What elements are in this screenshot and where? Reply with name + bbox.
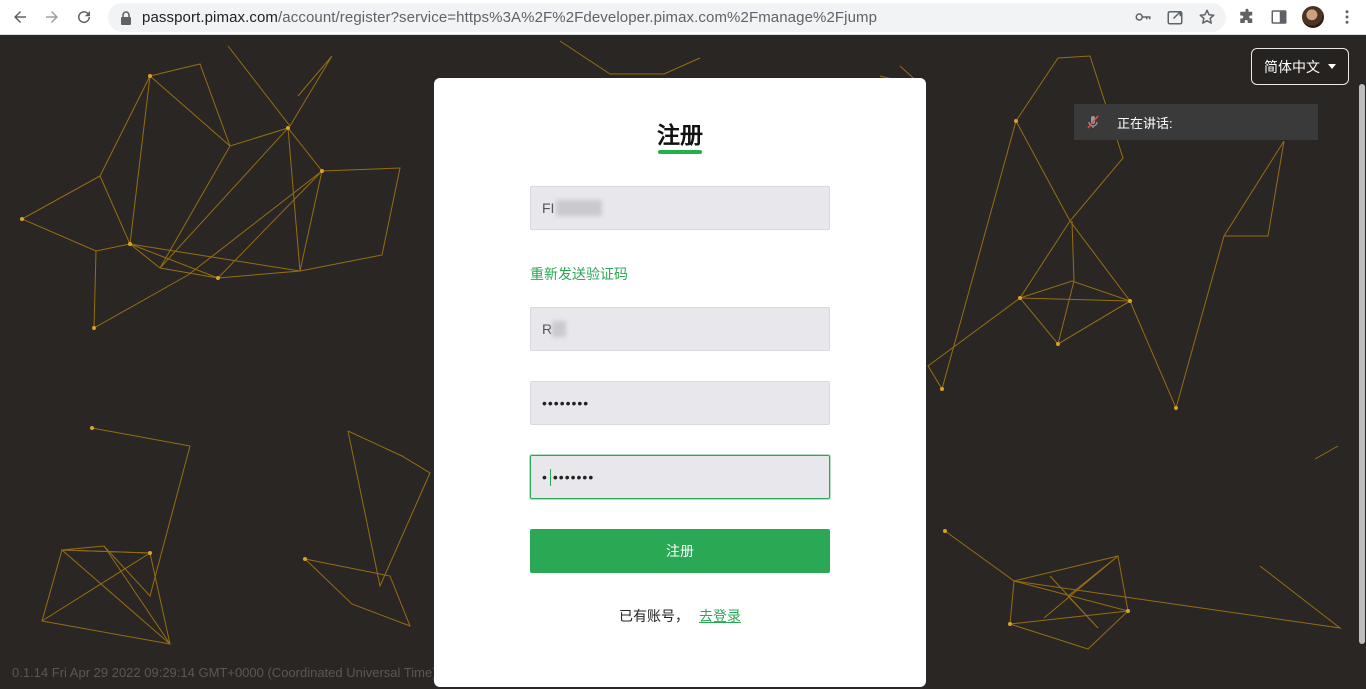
code-value: R <box>542 321 553 337</box>
scrollbar-track[interactable] <box>1358 36 1366 689</box>
password-field[interactable]: •••••••• <box>530 381 830 425</box>
key-icon[interactable] <box>1134 8 1152 26</box>
share-icon[interactable] <box>1166 8 1184 26</box>
resend-code-link[interactable]: 重新发送验证码 <box>530 264 628 284</box>
title-underline <box>658 150 702 154</box>
mic-off-icon[interactable] <box>1085 114 1101 130</box>
register-button[interactable]: 注册 <box>530 529 830 573</box>
url-text[interactable]: passport.pimax.com/account/register?serv… <box>142 9 877 26</box>
login-prompt: 已有账号， 去登录 <box>434 606 926 626</box>
email-value: FI <box>542 200 555 216</box>
text-cursor <box>549 468 551 486</box>
has-account-text: 已有账号， <box>619 608 689 624</box>
confirm-mask-before: • <box>542 469 548 485</box>
language-label: 简体中文 <box>1264 58 1320 75</box>
caret-down-icon <box>1328 64 1336 69</box>
login-link[interactable]: 去登录 <box>699 608 741 624</box>
page-body: 简体中文 正在讲话: 0.1.14 Fri Apr 29 2022 09:29:… <box>0 36 1366 689</box>
confirm-mask-after: ••••••• <box>552 469 595 485</box>
password-mask: •••••••• <box>542 395 590 411</box>
page-title: 注册 <box>657 122 703 148</box>
redacted-email <box>556 200 603 216</box>
language-selector[interactable]: 简体中文 <box>1251 48 1349 85</box>
speaking-indicator: 正在讲话: <box>1074 104 1318 140</box>
register-card: 注册 FI 重新发送验证码 R •••••••• • ••••••• 注册 已有账… <box>434 78 926 687</box>
lock-icon[interactable] <box>120 10 132 25</box>
star-icon[interactable] <box>1198 8 1216 26</box>
puzzle-icon[interactable] <box>1238 8 1256 26</box>
verification-code-field[interactable]: R <box>530 307 830 351</box>
more-vert-icon[interactable] <box>1338 8 1356 26</box>
redacted-code <box>552 321 567 337</box>
avatar[interactable] <box>1302 6 1324 28</box>
back-arrow-icon[interactable] <box>4 1 36 33</box>
address-bar[interactable]: passport.pimax.com/account/register?serv… <box>108 3 1226 32</box>
speaking-label: 正在讲话: <box>1117 115 1173 131</box>
side-panel-icon[interactable] <box>1270 8 1288 26</box>
email-field[interactable]: FI <box>530 186 830 230</box>
reload-icon[interactable] <box>68 1 100 33</box>
version-info: 0.1.14 Fri Apr 29 2022 09:29:14 GMT+0000… <box>12 665 437 680</box>
confirm-password-field[interactable]: • ••••••• <box>530 455 830 499</box>
scrollbar-thumb[interactable] <box>1359 84 1365 644</box>
forward-arrow-icon[interactable] <box>36 1 68 33</box>
browser-toolbar: passport.pimax.com/account/register?serv… <box>0 0 1366 35</box>
